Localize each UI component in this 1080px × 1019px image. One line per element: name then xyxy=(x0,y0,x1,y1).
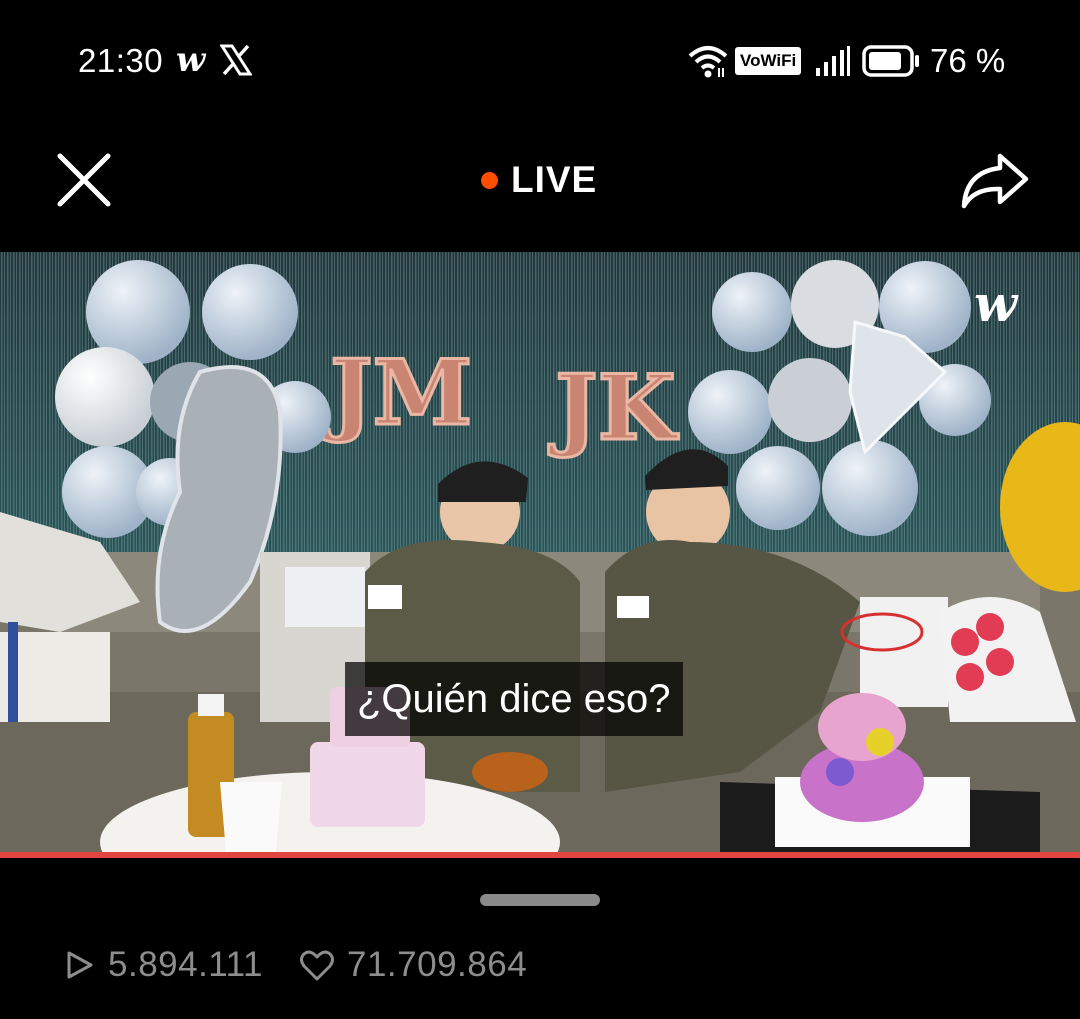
live-label: LIVE xyxy=(511,159,598,200)
drag-handle[interactable] xyxy=(480,894,600,906)
heart-icon[interactable] xyxy=(300,950,334,982)
view-count: 5.894.111 xyxy=(108,945,264,984)
status-time: 21:30 xyxy=(78,42,164,79)
status-bar: 21:30 w VoWiFi 76 % xyxy=(0,0,1080,120)
like-count: 71.709.864 xyxy=(347,945,528,984)
live-subtitle: ¿Quién dice eso? xyxy=(345,662,683,736)
weverse-icon: w xyxy=(176,40,206,80)
svg-text:JM: JM xyxy=(323,340,472,446)
x-logo-icon xyxy=(220,44,252,76)
wifi-icon xyxy=(688,46,728,78)
video-frame: JM JK xyxy=(0,252,1080,852)
share-icon[interactable] xyxy=(960,152,1030,210)
video-player[interactable]: JM JK w xyxy=(0,252,1080,852)
close-icon[interactable] xyxy=(56,152,112,208)
battery-percent: 76 % xyxy=(930,42,1006,79)
svg-text:JK: JK xyxy=(548,355,679,461)
live-indicator-dot xyxy=(481,172,498,189)
play-icon xyxy=(67,951,93,979)
vowifi-icon: VoWiFi xyxy=(735,47,802,75)
battery-icon xyxy=(862,45,919,77)
weverse-watermark: w xyxy=(974,274,1018,333)
video-progress-bar[interactable] xyxy=(0,852,1080,858)
signal-icon xyxy=(816,46,850,76)
